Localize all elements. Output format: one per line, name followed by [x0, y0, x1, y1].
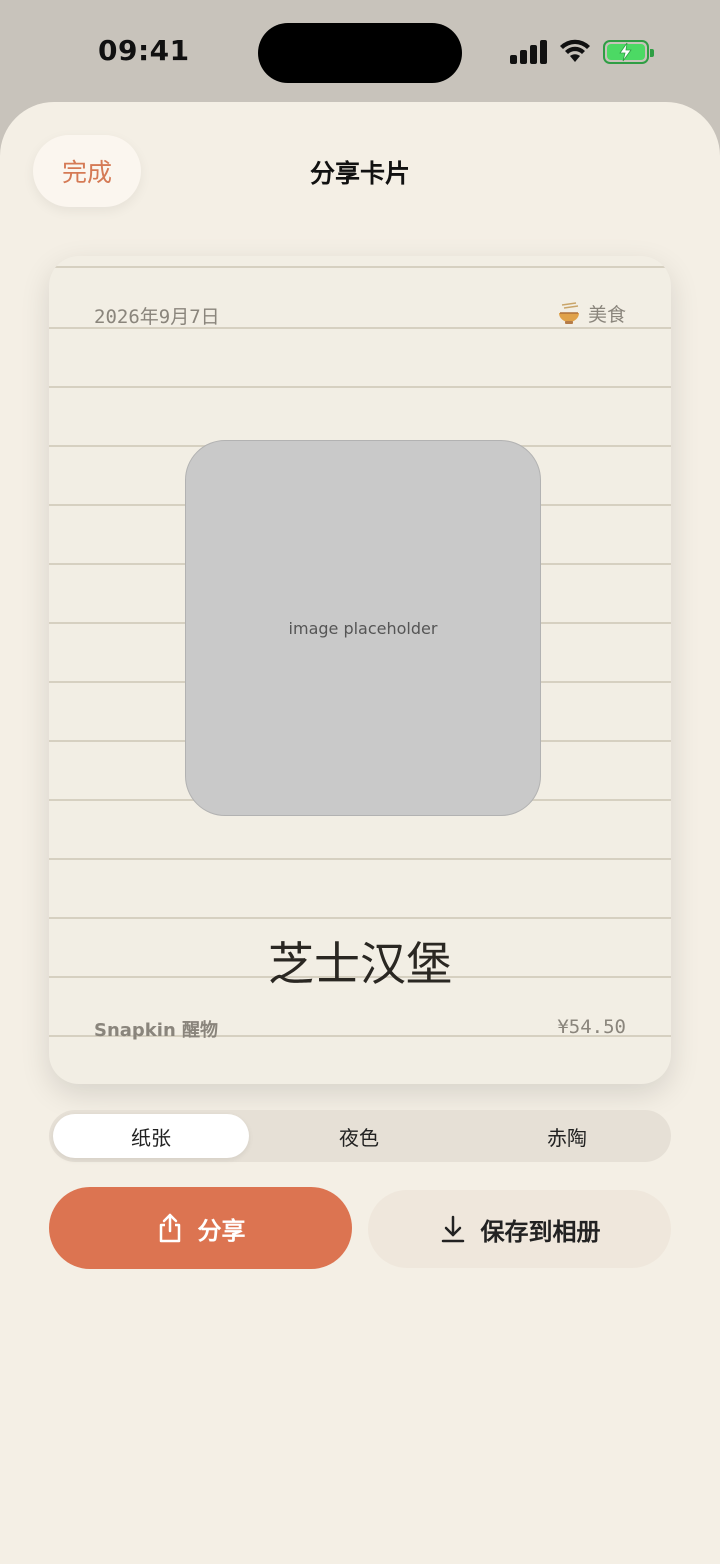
download-icon: [441, 1215, 464, 1243]
status-bar: 09:41: [0, 0, 720, 100]
card-category-label: 美食: [587, 304, 626, 326]
price-label: ¥54.50: [557, 1016, 626, 1038]
wifi-icon: [560, 39, 590, 62]
image-placeholder-label: image placeholder: [288, 618, 438, 638]
status-time: 09:41: [98, 34, 190, 67]
food-photo: image placeholder: [185, 440, 541, 816]
page-title: 分享卡片: [309, 159, 410, 188]
theme-option-night[interactable]: 夜色: [261, 1114, 457, 1158]
share-card: 2026年9月7日 美食 image placeholder 芝士汉堡 Snap…: [49, 256, 671, 1084]
dynamic-island: [258, 23, 462, 83]
dish-name: 芝士汉堡: [268, 937, 452, 991]
noodle-bowl-icon: [558, 301, 579, 324]
save-button-label: 保存到相册: [480, 1217, 601, 1246]
cellular-signal-icon: [510, 40, 550, 64]
brand-label: Snapkin 醒物: [94, 1020, 219, 1041]
share-button[interactable]: 分享: [49, 1187, 352, 1269]
theme-selector: 纸张 夜色 赤陶: [49, 1110, 671, 1162]
save-to-album-button[interactable]: 保存到相册: [368, 1190, 671, 1268]
share-button-label: 分享: [197, 1216, 246, 1245]
card-category: 美食: [556, 300, 626, 327]
share-icon: [159, 1213, 180, 1243]
theme-option-paper[interactable]: 纸张: [53, 1114, 249, 1158]
card-date: 2026年9月7日: [94, 306, 220, 328]
battery-icon: [603, 40, 654, 64]
share-sheet: 完成 分享卡片 2026年9月7日 美食 image placeholder 芝…: [0, 102, 720, 1564]
theme-option-terracotta[interactable]: 赤陶: [469, 1114, 665, 1158]
